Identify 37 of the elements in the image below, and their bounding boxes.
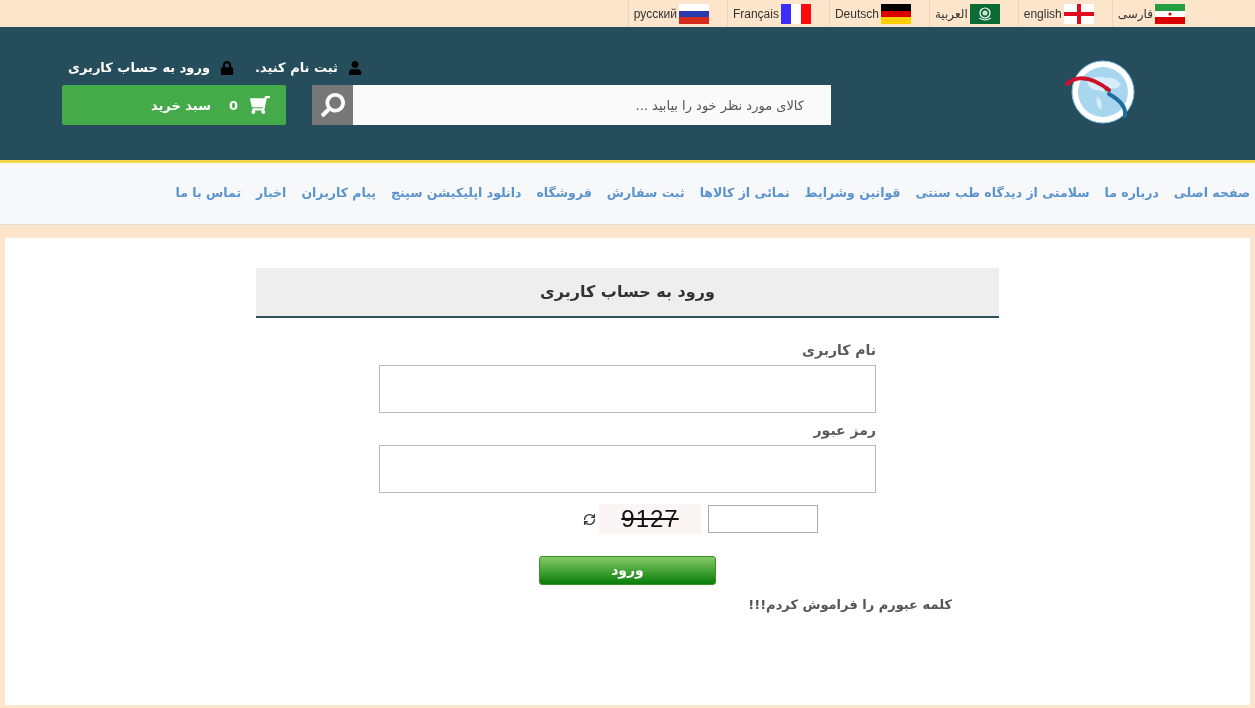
lock-icon bbox=[220, 60, 234, 75]
search-icon bbox=[320, 93, 345, 118]
nav-link[interactable]: ثبت سفارش bbox=[606, 184, 685, 203]
flag-icon bbox=[969, 3, 1000, 24]
captcha-image: 9127 bbox=[599, 504, 701, 534]
text-field[interactable] bbox=[379, 445, 876, 493]
flag-icon bbox=[780, 3, 811, 24]
flag-icon bbox=[880, 3, 911, 24]
account-link[interactable]: ورود به حساب کاربری bbox=[68, 57, 234, 78]
search-button[interactable] bbox=[312, 85, 353, 126]
nav-link[interactable]: فروشگاه bbox=[536, 184, 592, 203]
cart-label: سبد خرید bbox=[150, 96, 211, 115]
login-title: ورود به حساب کاربری bbox=[540, 281, 715, 303]
nav-link[interactable]: سلامتی از دیدگاه طب سنتی bbox=[915, 184, 1090, 203]
flag-icon bbox=[1063, 3, 1094, 24]
refresh-icon[interactable] bbox=[583, 512, 596, 526]
nav-link[interactable]: اخبار bbox=[256, 184, 287, 203]
nav-link[interactable]: درباره ما bbox=[1104, 184, 1159, 203]
nav-link[interactable]: صفحه اصلی bbox=[1173, 184, 1250, 203]
text-field[interactable] bbox=[379, 365, 876, 413]
captcha-field[interactable] bbox=[708, 505, 818, 533]
flag-icon bbox=[1155, 3, 1185, 24]
field-label: نام کاربری bbox=[802, 342, 876, 359]
login-button[interactable]: ورود bbox=[539, 556, 716, 585]
user-icon bbox=[347, 60, 362, 75]
nav-link[interactable]: دانلود اپلیکیشن سپنج bbox=[391, 184, 522, 203]
search-field[interactable]: کالای مورد نظر خود را بیابید ... bbox=[353, 85, 831, 126]
forgot-password-link[interactable]: کلمه عبورم را فراموش کردم!!! bbox=[748, 595, 952, 615]
flag-icon bbox=[678, 3, 709, 24]
nav-link[interactable]: تماس با ما bbox=[175, 184, 242, 203]
nav-link[interactable]: نمائی از کالاها bbox=[699, 184, 790, 203]
nav-link[interactable]: پیام کاربران bbox=[301, 184, 376, 203]
cart-count: 0 bbox=[228, 96, 238, 115]
nav-link[interactable]: قوانین وشرایط bbox=[804, 184, 901, 203]
account-link[interactable]: ثبت نام کنید. bbox=[255, 57, 362, 78]
field-label: رمز عبور bbox=[813, 422, 876, 439]
cart-icon bbox=[250, 96, 270, 115]
